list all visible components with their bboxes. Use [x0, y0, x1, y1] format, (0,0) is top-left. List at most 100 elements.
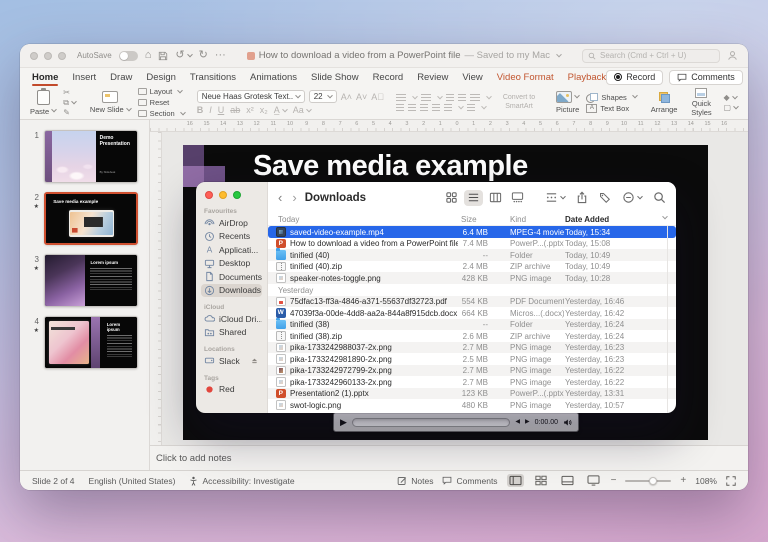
decrease-font-button[interactable]: A˅ — [356, 92, 367, 102]
slide-sorter-view-button[interactable] — [533, 474, 550, 487]
new-slide-button[interactable]: New Slide — [88, 91, 133, 114]
sidebar-item-red[interactable]: Red — [201, 383, 262, 397]
shape-fill-button[interactable]: ◆ — [723, 94, 738, 102]
sidebar-item-shared[interactable]: Shared — [201, 326, 262, 340]
bullets-button[interactable] — [396, 94, 406, 102]
actions-button[interactable] — [622, 191, 642, 204]
bold-button[interactable]: B — [197, 105, 204, 115]
line-spacing-button[interactable] — [470, 94, 480, 102]
slide-thumbnail-2[interactable]: Save media example — [44, 192, 138, 245]
tab-record[interactable]: Record — [373, 70, 404, 85]
tab-draw[interactable]: Draw — [110, 70, 132, 85]
file-row-tinified-40[interactable]: tinified (40)--FolderToday, 10:49 — [268, 249, 676, 261]
sidebar-item-documents[interactable]: Documents — [201, 270, 262, 284]
accessibility-status[interactable]: Accessibility: Investigate — [189, 476, 294, 486]
sidebar-item-icloud-dri[interactable]: iCloud Dri... — [201, 312, 262, 326]
tab-design[interactable]: Design — [146, 70, 176, 85]
tab-playback[interactable]: Playback — [568, 70, 607, 85]
forward-button[interactable]: › — [292, 191, 296, 204]
comments-toggle-button[interactable]: Comments — [442, 476, 497, 486]
align-center-button[interactable] — [408, 104, 416, 112]
justify-button[interactable] — [432, 104, 440, 112]
copy-button[interactable]: ⧉ — [63, 99, 76, 107]
layout-button[interactable]: Layout — [138, 87, 185, 96]
zoom-in-button[interactable]: + — [680, 476, 686, 486]
file-row-tinified-38[interactable]: tinified (38)--FolderYesterday, 16:24 — [268, 319, 676, 331]
volume-icon[interactable] — [563, 418, 572, 427]
file-row-presentation2-1-pptx[interactable]: PPresentation2 (1).pptx123 KBPowerP...(.… — [268, 388, 676, 400]
file-row-75dfac13-ff3a-4846-a371-55637df32723-pdf[interactable]: 75dfac13-ff3a-4846-a371-55637df32723.pdf… — [268, 296, 676, 308]
sidebar-item-applicati[interactable]: AApplicati... — [201, 243, 262, 257]
account-icon[interactable] — [727, 50, 738, 61]
shapes-button[interactable]: Shapes — [586, 93, 636, 102]
zoom-level[interactable]: 108% — [695, 476, 717, 486]
file-row-tinified-40-zip[interactable]: tinified (40).zip2.4 MBZIP archiveToday,… — [268, 261, 676, 273]
picture-button[interactable]: Picture — [554, 91, 581, 114]
strikethrough-button[interactable]: ab — [230, 105, 240, 115]
convert-smartart-button[interactable]: Convert to SmartArt — [496, 94, 542, 111]
file-row-pika-1733242981890-2x-png[interactable]: pika-1733242981890-2x.png2.5 MBPNG image… — [268, 353, 676, 365]
align-right-button[interactable] — [420, 104, 428, 112]
tags-button[interactable] — [599, 192, 611, 204]
cut-button[interactable]: ✂ — [63, 89, 76, 97]
highlight-button[interactable]: A̲ — [274, 105, 287, 115]
slide-thumbnail-4[interactable]: Lorem ipsum — [44, 316, 138, 369]
section-button[interactable]: Section — [138, 109, 185, 118]
file-row-pika-1733242972799-2x-png[interactable]: pika-1733242972799-2x.png2.7 MBPNG image… — [268, 365, 676, 377]
numbering-button[interactable] — [421, 94, 431, 102]
tab-insert[interactable]: Insert — [72, 70, 96, 85]
finder-search-button[interactable] — [653, 191, 666, 204]
seek-bar[interactable] — [352, 418, 510, 427]
tab-slide-show[interactable]: Slide Show — [311, 70, 359, 85]
italic-button[interactable]: I — [209, 105, 212, 115]
column-header-kind[interactable]: Kind — [510, 215, 526, 224]
group-by-button[interactable] — [545, 191, 565, 204]
sidebar-item-slack[interactable]: Slack — [201, 354, 262, 368]
gallery-view-button[interactable] — [508, 190, 527, 206]
undo-icon[interactable]: ↺ — [175, 50, 191, 61]
search-input[interactable]: Search (Cmd + Ctrl + U) — [582, 49, 720, 63]
slide-show-button[interactable] — [585, 474, 602, 487]
file-row-pika-1733242960133-2x-png[interactable]: pika-1733242960133-2x.png2.7 MBPNG image… — [268, 376, 676, 388]
reset-button[interactable]: Reset — [138, 98, 185, 107]
shape-outline-button[interactable]: ▢ — [723, 104, 738, 112]
align-text-button[interactable] — [467, 104, 475, 112]
record-button[interactable]: Record — [606, 70, 663, 85]
column-header-date-added[interactable]: Date Added — [565, 215, 609, 224]
file-row-swot-logic-png[interactable]: swot-logic.png480 KBPNG imageYesterday, … — [268, 399, 676, 411]
more-toolbar-icon[interactable]: ··· — [215, 50, 226, 61]
font-name-select[interactable]: Neue Haas Grotesk Text... — [197, 90, 305, 103]
file-row-47039f3a-00de-4dd8-aa2a-844a8f915dcb-docx[interactable]: W47039f3a-00de-4dd8-aa2a-844a8f915dcb.do… — [268, 307, 676, 319]
text-box-button[interactable]: AText Box — [586, 104, 636, 113]
sidebar-item-recents[interactable]: Recents — [201, 230, 262, 244]
save-icon[interactable] — [158, 51, 168, 61]
column-view-button[interactable] — [486, 190, 505, 206]
autosave-toggle[interactable] — [119, 51, 138, 61]
reading-view-button[interactable] — [559, 474, 576, 487]
slide-thumbnail-1[interactable]: Demo PresentationBy Slidebeat — [44, 130, 138, 183]
home-icon[interactable]: ⌂ — [145, 50, 152, 61]
zoom-slider[interactable] — [625, 480, 671, 482]
sort-direction-icon[interactable] — [662, 214, 668, 220]
eject-icon[interactable] — [250, 356, 259, 365]
share-file-button[interactable] — [576, 191, 588, 204]
sidebar-item-desktop[interactable]: Desktop — [201, 257, 262, 271]
normal-view-button[interactable] — [507, 474, 524, 487]
font-size-select[interactable]: 22 — [309, 90, 337, 103]
zoom-out-button[interactable]: − — [611, 476, 617, 486]
underline-button[interactable]: U — [218, 105, 225, 115]
sidebar-item-airdrop[interactable]: AirDrop — [201, 216, 262, 230]
icon-view-button[interactable] — [442, 190, 461, 206]
redo-icon[interactable]: ↻ — [199, 50, 208, 61]
file-row-how-to-download-a-video-from-a-powerpoint-file-pptx[interactable]: PHow to download a video from a PowerPoi… — [268, 238, 676, 250]
step-back-button[interactable]: ◀ — [515, 419, 520, 425]
subscript-button[interactable]: x₂ — [260, 105, 268, 115]
play-button[interactable]: ▶ — [340, 418, 347, 427]
zoom-slider-knob[interactable] — [649, 477, 657, 485]
language-status[interactable]: English (United States) — [89, 476, 176, 486]
tab-animations[interactable]: Animations — [250, 70, 297, 85]
notes-toggle-button[interactable]: Notes — [397, 476, 433, 486]
notes-pane[interactable]: Click to add notes — [150, 445, 748, 470]
tab-home[interactable]: Home — [32, 70, 58, 85]
clear-formatting-button[interactable]: A⃠ — [371, 92, 384, 102]
